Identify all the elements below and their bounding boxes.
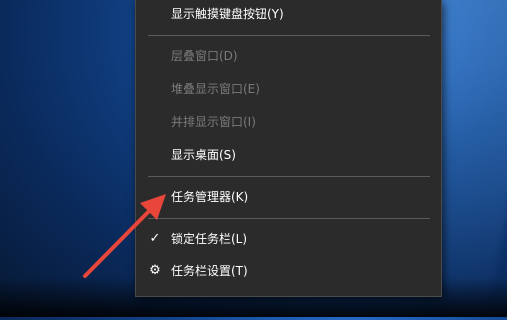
menu-separator [148, 176, 430, 177]
menu-item-show-desktop[interactable]: 显示桌面(S) [136, 142, 441, 168]
menu-item-label: 锁定任务栏(L) [171, 232, 248, 246]
menu-item-task-manager[interactable]: 任务管理器(K) [136, 184, 441, 210]
menu-item-label: 堆叠显示窗口(E) [171, 82, 260, 96]
menu-item-lock-taskbar[interactable]: ✓ 锁定任务栏(L) [136, 226, 441, 252]
menu-item-label: 任务管理器(K) [171, 190, 249, 204]
menu-item-label: 并排显示窗口(I) [171, 115, 256, 129]
menu-item-label: 显示触摸键盘按钮(Y) [171, 7, 284, 21]
menu-item-stack-windows: 堆叠显示窗口(E) [136, 76, 441, 102]
menu-item-label: 显示桌面(S) [171, 148, 236, 162]
menu-item-show-touch-keyboard[interactable]: 显示触摸键盘按钮(Y) [136, 1, 441, 27]
menu-item-label: 任务栏设置(T) [171, 264, 248, 278]
menu-separator [148, 218, 430, 219]
gear-icon: ⚙ [149, 263, 161, 278]
menu-item-cascade-windows: 层叠窗口(D) [136, 43, 441, 69]
menu-separator [148, 35, 430, 36]
menu-item-side-by-side-windows: 并排显示窗口(I) [136, 109, 441, 135]
menu-item-label: 层叠窗口(D) [171, 49, 238, 63]
taskbar-context-menu: 显示触摸键盘按钮(Y) 层叠窗口(D) 堆叠显示窗口(E) 并排显示窗口(I) … [135, 0, 442, 297]
checkmark-icon: ✓ [149, 231, 161, 246]
menu-item-taskbar-settings[interactable]: ⚙ 任务栏设置(T) [136, 258, 441, 284]
